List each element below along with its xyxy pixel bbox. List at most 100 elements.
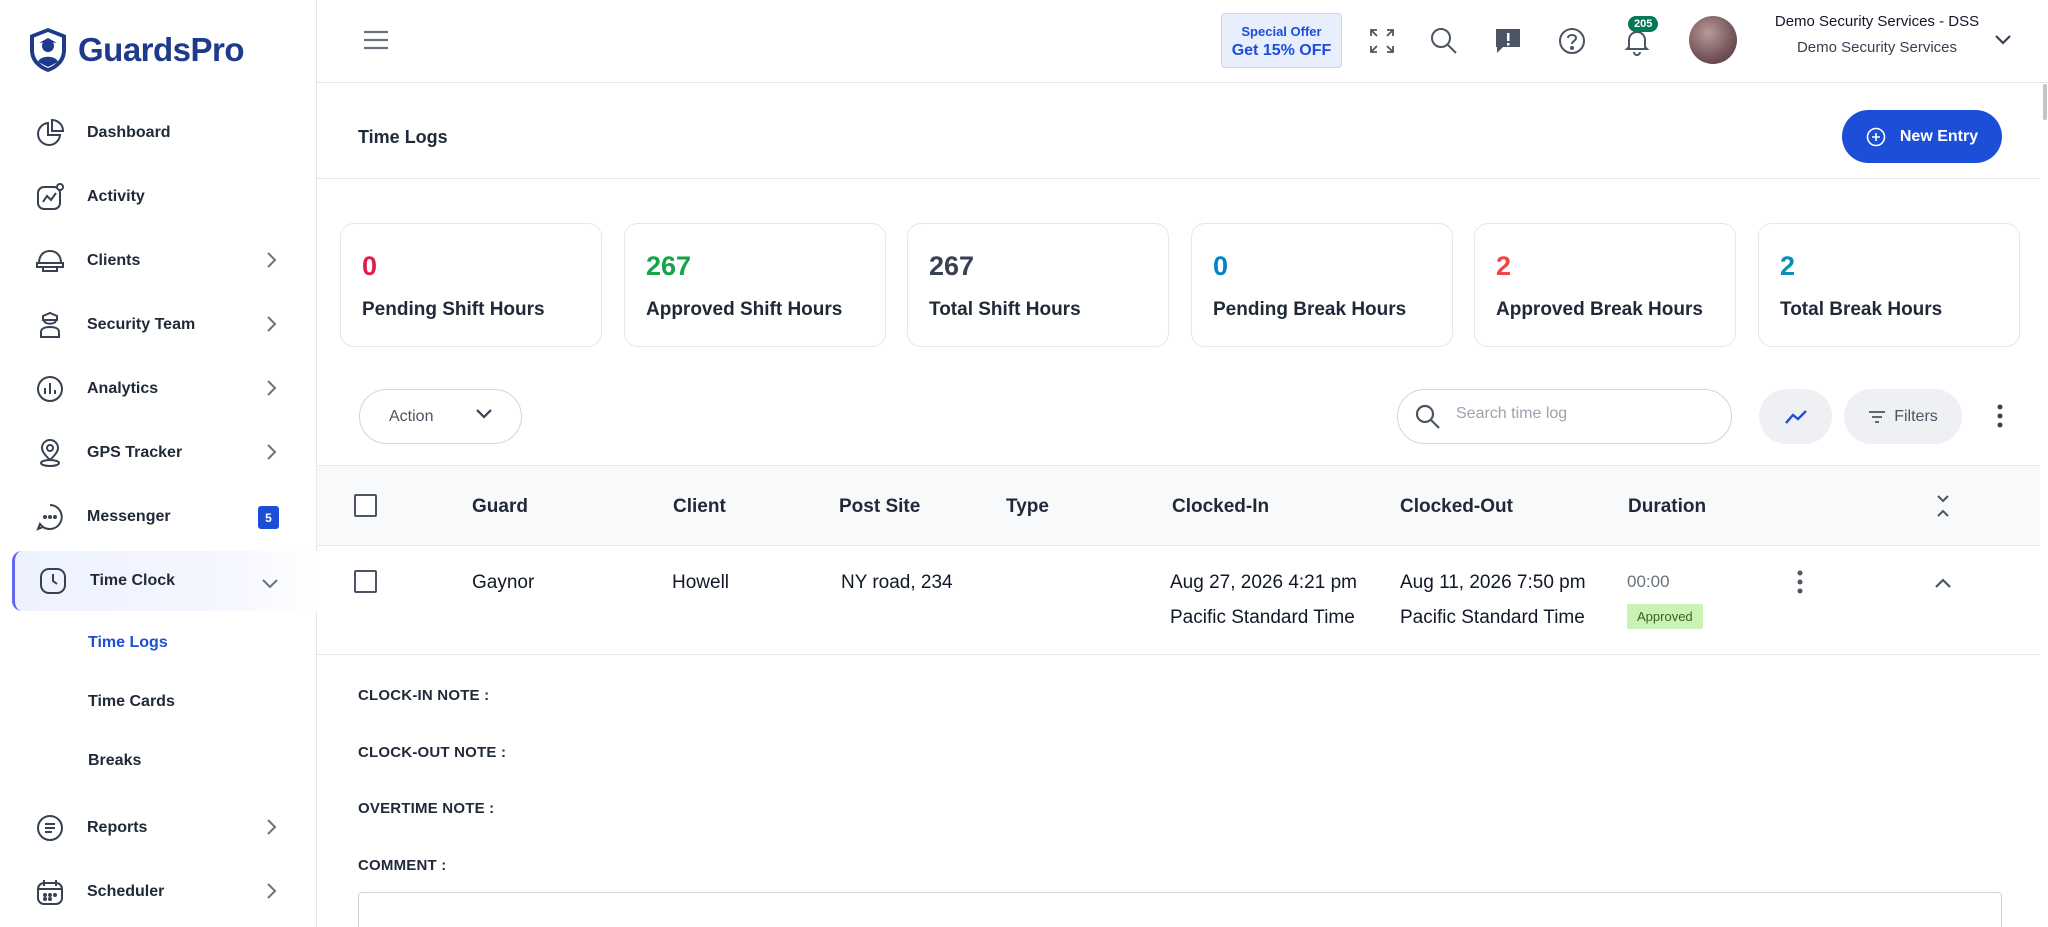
stat-label: Total Break Hours [1780, 299, 1943, 320]
collapse-all-icon[interactable] [1935, 493, 1951, 519]
trend-icon [1784, 409, 1807, 424]
stat-card-total-shift-hours: 267 Total Shift Hours [907, 223, 1169, 347]
feedback-icon[interactable] [1491, 24, 1525, 58]
select-all-checkbox[interactable] [354, 494, 377, 517]
stat-card-pending-shift-hours: 0 Pending Shift Hours [340, 223, 602, 347]
table-row[interactable]: Gaynor Howell NY road, 234 Aug 27, 2026 … [317, 546, 2040, 655]
sidebar-item-reports[interactable]: Reports [0, 796, 317, 860]
sidebar-item-scheduler[interactable]: Scheduler [0, 860, 317, 924]
fullscreen-icon[interactable] [1365, 24, 1399, 58]
clock-out-note-label: CLOCK-OUT NOTE : [358, 744, 507, 761]
avatar[interactable] [1689, 16, 1737, 64]
org-name: Demo Security Services - DSS [1774, 13, 1980, 30]
cell-guard[interactable]: Gaynor [472, 572, 534, 594]
table-header: Guard Client Post Site Type Clocked-In C… [317, 465, 2040, 546]
action-dropdown[interactable]: Action [359, 389, 522, 444]
cell-clocked-out-timezone: Pacific Standard Time [1400, 607, 1585, 628]
cell-duration: 00:00 [1627, 572, 1670, 591]
chevron-down-icon[interactable] [1994, 34, 2012, 46]
row-checkbox[interactable] [354, 570, 377, 593]
filters-label: Filters [1894, 407, 1938, 425]
column-header-guard[interactable]: Guard [472, 496, 528, 518]
column-header-clocked-out[interactable]: Clocked-Out [1400, 496, 1513, 518]
overtime-note-label: OVERTIME NOTE : [358, 800, 495, 817]
help-icon[interactable] [1555, 24, 1589, 58]
new-entry-label: New Entry [1899, 127, 1979, 145]
column-header-type[interactable]: Type [1006, 496, 1049, 518]
notification-count-badge: 205 [1628, 16, 1659, 32]
chevron-up-icon[interactable] [1934, 576, 1952, 594]
stat-value: 267 [929, 251, 975, 281]
sidebar-item-time-clock[interactable]: Time Clock [12, 551, 317, 611]
cell-clocked-in: Aug 27, 2026 4:21 pm [1170, 572, 1357, 593]
chevron-right-icon [267, 380, 277, 396]
sidebar-item-dashboard[interactable]: Dashboard [0, 101, 317, 165]
page-header: Time Logs New Entry [317, 83, 2040, 179]
sidebar-item-label: GPS Tracker [87, 444, 183, 461]
page-title: Time Logs [358, 127, 448, 147]
chevron-right-icon [267, 316, 277, 332]
sidebar-item-security-team[interactable]: Security Team [0, 293, 317, 357]
search-icon[interactable] [1427, 24, 1461, 58]
chat-icon [34, 501, 66, 533]
activity-icon [34, 181, 66, 213]
sidebar-item-gps-tracker[interactable]: GPS Tracker [0, 421, 317, 485]
sidebar-item-label: Messenger [87, 508, 171, 525]
helmet-icon [34, 245, 66, 277]
sidebar-item-label: Analytics [87, 380, 159, 397]
filter-icon [1869, 410, 1886, 423]
brand-logo[interactable]: GuardsPro [26, 26, 245, 74]
search-input[interactable] [1456, 405, 1716, 423]
page-scrollbar[interactable] [2043, 84, 2047, 120]
org-switcher[interactable]: Demo Security Services - DSS Demo Securi… [1767, 13, 1987, 56]
sidebar-item-activity[interactable]: Activity [0, 165, 317, 229]
column-header-clocked-in[interactable]: Clocked-In [1172, 496, 1269, 518]
special-offer-button[interactable]: Special Offer Get 15% OFF [1221, 13, 1342, 68]
calendar-icon [34, 876, 66, 908]
chevron-right-icon [267, 252, 277, 268]
row-more-options-icon[interactable] [1797, 570, 1803, 599]
offer-line2: Get 15% OFF [1231, 42, 1332, 59]
chevron-right-icon [267, 819, 277, 835]
column-header-duration[interactable]: Duration [1628, 496, 1706, 518]
clock-icon [37, 565, 69, 597]
stat-card-total-break-hours: 2 Total Break Hours [1758, 223, 2020, 347]
bar-chart-icon [34, 373, 66, 405]
sidebar-subitem-time-cards[interactable]: Time Cards [0, 672, 317, 731]
search-time-log-field[interactable] [1397, 389, 1732, 444]
cell-clocked-in-timezone: Pacific Standard Time [1170, 607, 1355, 628]
top-bar: Special Offer Get 15% OFF 205 Demo Secur… [317, 0, 2048, 83]
chevron-down-icon [476, 409, 492, 419]
sidebar-item-label: Time Clock [90, 572, 176, 589]
filters-button[interactable]: Filters [1844, 389, 1962, 444]
stat-value: 0 [362, 251, 378, 281]
hamburger-menu-icon[interactable] [363, 29, 389, 51]
sidebar-item-messenger[interactable]: Messenger 5 [0, 485, 317, 549]
more-options-icon[interactable] [1990, 401, 2010, 431]
chevron-down-icon [262, 579, 278, 589]
new-entry-button[interactable]: New Entry [1842, 110, 2002, 163]
cell-client[interactable]: Howell [672, 572, 729, 594]
status-badge: Approved [1627, 604, 1703, 629]
stat-card-approved-shift-hours: 267 Approved Shift Hours [624, 223, 886, 347]
sidebar-item-analytics[interactable]: Analytics [0, 357, 317, 421]
column-header-client[interactable]: Client [673, 496, 726, 518]
stat-label: Pending Break Hours [1213, 299, 1407, 320]
sidebar-item-label: Security Team [87, 316, 196, 333]
stat-label: Approved Shift Hours [646, 299, 843, 320]
sidebar-subitem-breaks[interactable]: Breaks [0, 731, 317, 790]
messenger-count-badge: 5 [258, 506, 279, 529]
chevron-right-icon [267, 444, 277, 460]
trend-chart-button[interactable] [1759, 389, 1832, 444]
sidebar-subitem-time-logs[interactable]: Time Logs [0, 613, 317, 672]
sidebar-item-label: Scheduler [87, 883, 165, 900]
column-header-post-site[interactable]: Post Site [839, 496, 920, 518]
brand-name: GuardsPro [78, 31, 245, 68]
comment-field[interactable] [358, 892, 2002, 927]
sidebar-nav: Dashboard Activity Clients Security Team [0, 101, 317, 924]
action-label: Action [389, 407, 434, 425]
stat-label: Approved Break Hours [1496, 299, 1703, 320]
sidebar-item-clients[interactable]: Clients [0, 229, 317, 293]
stat-value: 0 [1213, 251, 1229, 281]
stat-value: 2 [1780, 251, 1796, 281]
